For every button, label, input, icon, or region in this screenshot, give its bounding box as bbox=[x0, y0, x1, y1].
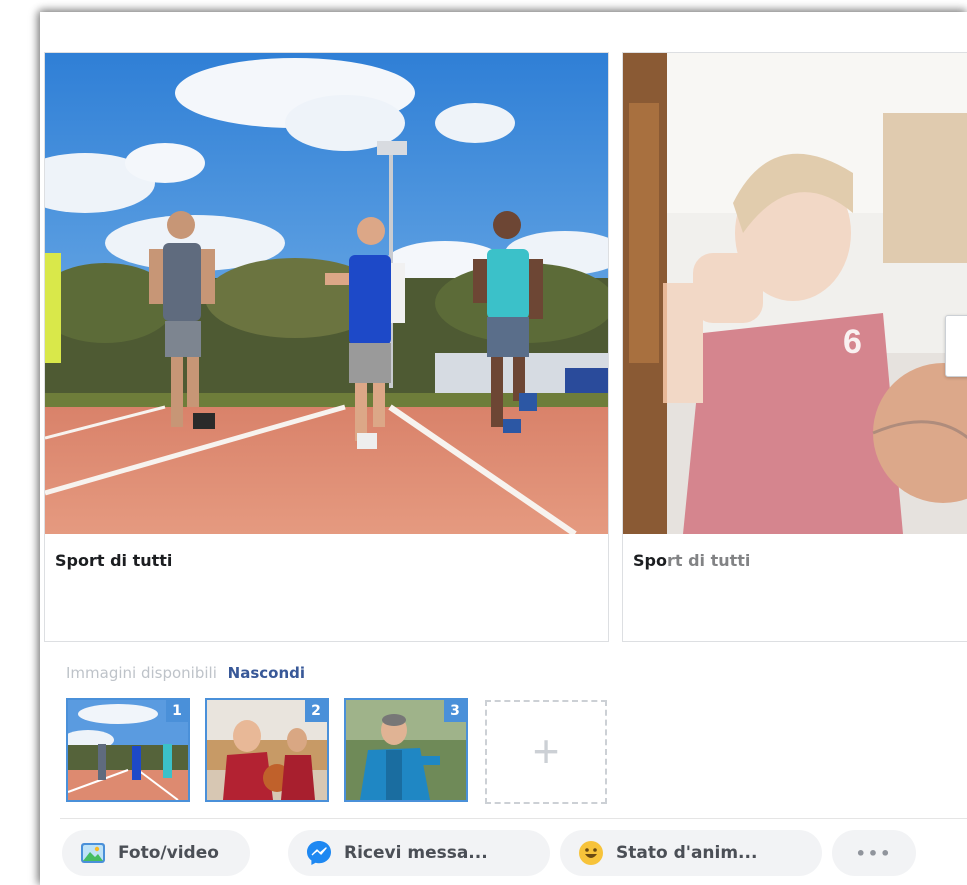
feeling-activity-label: Stato d'anim... bbox=[616, 843, 758, 863]
image-carousel: Sport di tutti 6 Sport di tutti bbox=[44, 52, 967, 642]
thumbnail-number: 3 bbox=[444, 700, 466, 722]
carousel-card[interactable]: 6 Sport di tutti › bbox=[622, 52, 967, 642]
carousel-card[interactable]: Sport di tutti bbox=[44, 52, 609, 642]
feeling-activity-button[interactable]: Stato d'anim... bbox=[560, 830, 822, 876]
thumbnail-number: 1 bbox=[166, 700, 188, 722]
messenger-icon bbox=[306, 840, 332, 866]
more-dots-icon: ••• bbox=[855, 843, 893, 863]
available-images-header: Immagini disponibili Nascondi bbox=[66, 664, 305, 682]
plus-icon: + bbox=[532, 725, 560, 777]
card-caption: Sport di tutti bbox=[55, 551, 173, 570]
smiley-icon bbox=[578, 840, 604, 866]
available-images-label: Immagini disponibili bbox=[66, 664, 217, 682]
get-messages-label: Ricevi messa... bbox=[344, 843, 488, 863]
photo-video-label: Foto/video bbox=[118, 843, 219, 863]
more-options-button[interactable]: ••• bbox=[832, 830, 916, 876]
hide-link[interactable]: Nascondi bbox=[228, 664, 305, 682]
image-thumbnail[interactable]: 1 bbox=[66, 698, 190, 802]
post-composer: Sport di tutti 6 Sport di tutti Immagini… bbox=[40, 12, 967, 885]
get-messages-button[interactable]: Ricevi messa... bbox=[288, 830, 550, 876]
image-thumbnail[interactable]: 3 bbox=[344, 698, 468, 802]
card-image-runners bbox=[45, 53, 608, 534]
thumbnail-number: 2 bbox=[305, 700, 327, 722]
divider bbox=[60, 818, 967, 819]
photo-video-button[interactable]: Foto/video bbox=[62, 830, 250, 876]
fade-overlay bbox=[667, 53, 967, 534]
card-image-basketball: 6 bbox=[623, 53, 967, 534]
photo-icon bbox=[80, 840, 106, 866]
image-thumbnail[interactable]: 2 bbox=[205, 698, 329, 802]
fade-overlay bbox=[667, 534, 967, 641]
add-image-button[interactable]: + bbox=[485, 700, 607, 804]
carousel-next-button[interactable]: › bbox=[945, 315, 967, 377]
